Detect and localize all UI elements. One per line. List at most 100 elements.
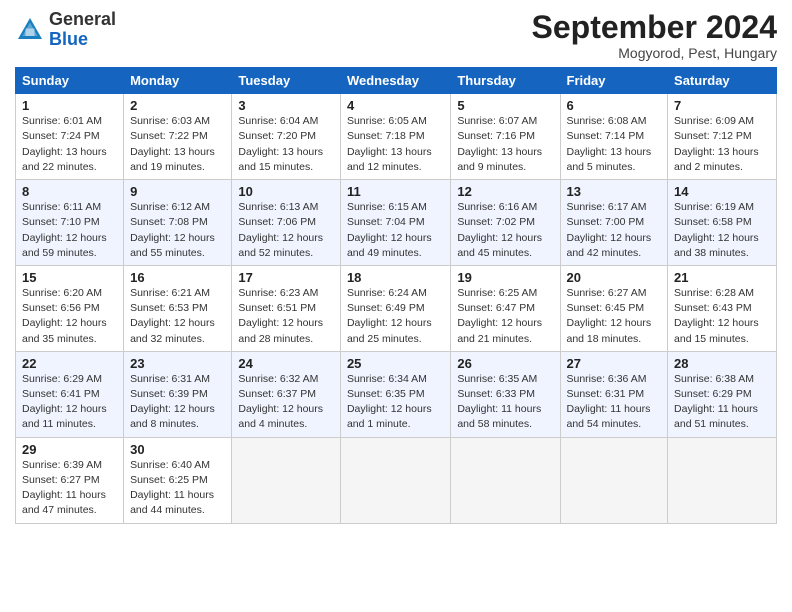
day-info: Sunrise: 6:39 AMSunset: 6:27 PMDaylight:… bbox=[22, 459, 106, 517]
day-number: 5 bbox=[457, 98, 553, 113]
table-row: 16 Sunrise: 6:21 AMSunset: 6:53 PMDaylig… bbox=[124, 265, 232, 351]
day-info: Sunrise: 6:13 AMSunset: 7:06 PMDaylight:… bbox=[238, 201, 323, 259]
col-thursday: Thursday bbox=[451, 68, 560, 94]
table-row: 2 Sunrise: 6:03 AMSunset: 7:22 PMDayligh… bbox=[124, 94, 232, 180]
day-info: Sunrise: 6:23 AMSunset: 6:51 PMDaylight:… bbox=[238, 287, 323, 345]
day-number: 4 bbox=[347, 98, 444, 113]
header: General Blue September 2024 Mogyorod, Pe… bbox=[15, 10, 777, 61]
logo-blue: Blue bbox=[49, 29, 88, 49]
table-row: 28 Sunrise: 6:38 AMSunset: 6:29 PMDaylig… bbox=[668, 351, 777, 437]
logo-general: General bbox=[49, 9, 116, 29]
col-saturday: Saturday bbox=[668, 68, 777, 94]
month-title: September 2024 bbox=[532, 10, 777, 45]
table-row: 12 Sunrise: 6:16 AMSunset: 7:02 PMDaylig… bbox=[451, 180, 560, 266]
day-info: Sunrise: 6:35 AMSunset: 6:33 PMDaylight:… bbox=[457, 373, 541, 431]
location: Mogyorod, Pest, Hungary bbox=[532, 45, 777, 61]
day-number: 3 bbox=[238, 98, 334, 113]
col-friday: Friday bbox=[560, 68, 668, 94]
day-info: Sunrise: 6:04 AMSunset: 7:20 PMDaylight:… bbox=[238, 115, 323, 173]
day-number: 15 bbox=[22, 270, 117, 285]
day-info: Sunrise: 6:16 AMSunset: 7:02 PMDaylight:… bbox=[457, 201, 542, 259]
day-number: 13 bbox=[567, 184, 662, 199]
table-row bbox=[340, 437, 450, 523]
table-row: 7 Sunrise: 6:09 AMSunset: 7:12 PMDayligh… bbox=[668, 94, 777, 180]
day-number: 26 bbox=[457, 356, 553, 371]
day-info: Sunrise: 6:24 AMSunset: 6:49 PMDaylight:… bbox=[347, 287, 432, 345]
table-row: 10 Sunrise: 6:13 AMSunset: 7:06 PMDaylig… bbox=[232, 180, 341, 266]
day-number: 6 bbox=[567, 98, 662, 113]
day-number: 8 bbox=[22, 184, 117, 199]
day-number: 7 bbox=[674, 98, 770, 113]
day-info: Sunrise: 6:32 AMSunset: 6:37 PMDaylight:… bbox=[238, 373, 323, 431]
day-info: Sunrise: 6:08 AMSunset: 7:14 PMDaylight:… bbox=[567, 115, 652, 173]
day-info: Sunrise: 6:05 AMSunset: 7:18 PMDaylight:… bbox=[347, 115, 432, 173]
day-info: Sunrise: 6:25 AMSunset: 6:47 PMDaylight:… bbox=[457, 287, 542, 345]
table-row: 30 Sunrise: 6:40 AMSunset: 6:25 PMDaylig… bbox=[124, 437, 232, 523]
table-row: 4 Sunrise: 6:05 AMSunset: 7:18 PMDayligh… bbox=[340, 94, 450, 180]
calendar-table: Sunday Monday Tuesday Wednesday Thursday… bbox=[15, 67, 777, 523]
day-number: 1 bbox=[22, 98, 117, 113]
day-info: Sunrise: 6:03 AMSunset: 7:22 PMDaylight:… bbox=[130, 115, 215, 173]
day-number: 2 bbox=[130, 98, 225, 113]
table-row: 18 Sunrise: 6:24 AMSunset: 6:49 PMDaylig… bbox=[340, 265, 450, 351]
day-info: Sunrise: 6:27 AMSunset: 6:45 PMDaylight:… bbox=[567, 287, 652, 345]
day-number: 10 bbox=[238, 184, 334, 199]
table-row: 22 Sunrise: 6:29 AMSunset: 6:41 PMDaylig… bbox=[16, 351, 124, 437]
table-row bbox=[668, 437, 777, 523]
logo-icon bbox=[15, 15, 45, 45]
table-row: 25 Sunrise: 6:34 AMSunset: 6:35 PMDaylig… bbox=[340, 351, 450, 437]
day-number: 12 bbox=[457, 184, 553, 199]
day-info: Sunrise: 6:34 AMSunset: 6:35 PMDaylight:… bbox=[347, 373, 432, 431]
table-row: 15 Sunrise: 6:20 AMSunset: 6:56 PMDaylig… bbox=[16, 265, 124, 351]
day-number: 23 bbox=[130, 356, 225, 371]
table-row: 13 Sunrise: 6:17 AMSunset: 7:00 PMDaylig… bbox=[560, 180, 668, 266]
day-info: Sunrise: 6:29 AMSunset: 6:41 PMDaylight:… bbox=[22, 373, 107, 431]
logo: General Blue bbox=[15, 10, 116, 50]
day-info: Sunrise: 6:36 AMSunset: 6:31 PMDaylight:… bbox=[567, 373, 651, 431]
table-row bbox=[232, 437, 341, 523]
day-info: Sunrise: 6:31 AMSunset: 6:39 PMDaylight:… bbox=[130, 373, 215, 431]
day-number: 9 bbox=[130, 184, 225, 199]
table-row bbox=[451, 437, 560, 523]
day-info: Sunrise: 6:01 AMSunset: 7:24 PMDaylight:… bbox=[22, 115, 107, 173]
table-row: 9 Sunrise: 6:12 AMSunset: 7:08 PMDayligh… bbox=[124, 180, 232, 266]
calendar-header-row: Sunday Monday Tuesday Wednesday Thursday… bbox=[16, 68, 777, 94]
day-number: 25 bbox=[347, 356, 444, 371]
table-row: 26 Sunrise: 6:35 AMSunset: 6:33 PMDaylig… bbox=[451, 351, 560, 437]
day-info: Sunrise: 6:20 AMSunset: 6:56 PMDaylight:… bbox=[22, 287, 107, 345]
table-row: 3 Sunrise: 6:04 AMSunset: 7:20 PMDayligh… bbox=[232, 94, 341, 180]
page-container: General Blue September 2024 Mogyorod, Pe… bbox=[0, 0, 792, 529]
table-row: 17 Sunrise: 6:23 AMSunset: 6:51 PMDaylig… bbox=[232, 265, 341, 351]
table-row: 5 Sunrise: 6:07 AMSunset: 7:16 PMDayligh… bbox=[451, 94, 560, 180]
table-row: 29 Sunrise: 6:39 AMSunset: 6:27 PMDaylig… bbox=[16, 437, 124, 523]
day-number: 11 bbox=[347, 184, 444, 199]
table-row: 14 Sunrise: 6:19 AMSunset: 6:58 PMDaylig… bbox=[668, 180, 777, 266]
table-row: 21 Sunrise: 6:28 AMSunset: 6:43 PMDaylig… bbox=[668, 265, 777, 351]
title-block: September 2024 Mogyorod, Pest, Hungary bbox=[532, 10, 777, 61]
day-number: 28 bbox=[674, 356, 770, 371]
day-number: 14 bbox=[674, 184, 770, 199]
day-number: 22 bbox=[22, 356, 117, 371]
col-tuesday: Tuesday bbox=[232, 68, 341, 94]
table-row: 20 Sunrise: 6:27 AMSunset: 6:45 PMDaylig… bbox=[560, 265, 668, 351]
table-row: 11 Sunrise: 6:15 AMSunset: 7:04 PMDaylig… bbox=[340, 180, 450, 266]
day-number: 30 bbox=[130, 442, 225, 457]
col-monday: Monday bbox=[124, 68, 232, 94]
col-wednesday: Wednesday bbox=[340, 68, 450, 94]
logo-text: General Blue bbox=[49, 10, 116, 50]
table-row bbox=[560, 437, 668, 523]
table-row: 1 Sunrise: 6:01 AMSunset: 7:24 PMDayligh… bbox=[16, 94, 124, 180]
table-row: 27 Sunrise: 6:36 AMSunset: 6:31 PMDaylig… bbox=[560, 351, 668, 437]
day-info: Sunrise: 6:38 AMSunset: 6:29 PMDaylight:… bbox=[674, 373, 758, 431]
table-row: 6 Sunrise: 6:08 AMSunset: 7:14 PMDayligh… bbox=[560, 94, 668, 180]
day-number: 27 bbox=[567, 356, 662, 371]
table-row: 23 Sunrise: 6:31 AMSunset: 6:39 PMDaylig… bbox=[124, 351, 232, 437]
day-number: 19 bbox=[457, 270, 553, 285]
day-number: 24 bbox=[238, 356, 334, 371]
day-info: Sunrise: 6:40 AMSunset: 6:25 PMDaylight:… bbox=[130, 459, 214, 517]
col-sunday: Sunday bbox=[16, 68, 124, 94]
table-row: 8 Sunrise: 6:11 AMSunset: 7:10 PMDayligh… bbox=[16, 180, 124, 266]
day-info: Sunrise: 6:11 AMSunset: 7:10 PMDaylight:… bbox=[22, 201, 107, 259]
day-number: 29 bbox=[22, 442, 117, 457]
day-number: 21 bbox=[674, 270, 770, 285]
